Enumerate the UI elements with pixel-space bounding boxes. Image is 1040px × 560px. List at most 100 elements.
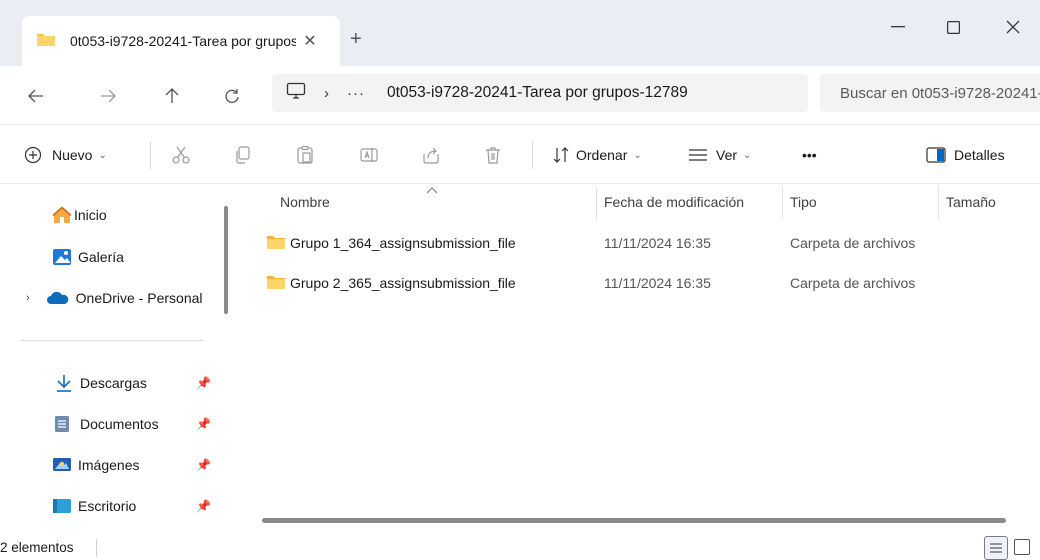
- active-tab[interactable]: 0t053-i9728-20241-Tarea por grupos-12789…: [22, 16, 340, 66]
- details-pane-icon: [926, 147, 946, 163]
- download-icon: [54, 373, 74, 393]
- refresh-button[interactable]: [216, 80, 248, 112]
- plus-circle-icon: [24, 146, 42, 164]
- column-header-size[interactable]: Tamaño: [946, 194, 996, 210]
- nav-item-label: Imágenes: [78, 457, 140, 473]
- forward-button[interactable]: [92, 80, 124, 112]
- nav-item-documents[interactable]: Documentos 📌: [0, 407, 220, 441]
- arrow-right-icon: [101, 89, 116, 103]
- close-window-button[interactable]: [990, 12, 1036, 42]
- file-name: Grupo 2_365_assignsubmission_file: [290, 275, 516, 291]
- breadcrumb-separator[interactable]: ›: [324, 85, 329, 102]
- pin-icon[interactable]: 📌: [196, 458, 211, 472]
- paste-button[interactable]: [292, 142, 318, 168]
- scissors-icon: [172, 146, 190, 164]
- maximize-button[interactable]: [930, 12, 976, 42]
- nav-item-label: OneDrive - Personal: [75, 290, 203, 306]
- back-button[interactable]: [20, 80, 52, 112]
- nav-item-label: Galería: [78, 249, 124, 265]
- paste-icon: [297, 145, 313, 164]
- nav-divider: [20, 340, 204, 341]
- search-box[interactable]: [820, 74, 1040, 112]
- tab-close-icon[interactable]: ✕: [300, 31, 320, 51]
- pin-icon[interactable]: 📌: [196, 417, 211, 431]
- nav-item-pictures[interactable]: Imágenes 📌: [0, 448, 220, 482]
- nav-item-desktop[interactable]: Escritorio 📌: [0, 489, 220, 523]
- column-header-modified[interactable]: Fecha de modificación: [604, 194, 744, 210]
- details-view-button[interactable]: [984, 536, 1008, 560]
- close-icon: [1006, 20, 1020, 34]
- nav-item-label: Descargas: [80, 375, 147, 391]
- column-separator[interactable]: [938, 186, 939, 220]
- details-button[interactable]: Detalles: [926, 143, 1005, 167]
- navigation-row: › ··· 0t053-i9728-20241-Tarea por grupos…: [0, 66, 1040, 124]
- chevron-down-icon: ⌄: [743, 149, 752, 161]
- column-header-name[interactable]: Nombre: [280, 194, 330, 210]
- file-name: Grupo 1_364_assignsubmission_file: [290, 235, 516, 251]
- share-button[interactable]: [418, 142, 444, 168]
- copy-icon: [236, 146, 250, 164]
- arrow-left-icon: [28, 89, 43, 103]
- column-separator[interactable]: [782, 186, 783, 220]
- separator: [532, 141, 533, 169]
- file-type: Carpeta de archivos: [790, 275, 916, 291]
- up-button[interactable]: [156, 80, 188, 112]
- chevron-down-icon: ⌄: [633, 149, 642, 161]
- pin-icon[interactable]: 📌: [196, 499, 211, 513]
- chevron-right-icon[interactable]: ›: [26, 292, 30, 304]
- folder-icon: [266, 274, 286, 295]
- sort-label: Ordenar: [576, 147, 628, 163]
- cut-button[interactable]: [168, 142, 194, 168]
- more-options-button[interactable]: •••: [802, 143, 817, 167]
- documents-icon: [52, 414, 72, 434]
- new-tab-button[interactable]: +: [350, 28, 362, 51]
- share-icon: [423, 147, 439, 164]
- status-divider: [96, 539, 97, 557]
- new-button[interactable]: Nuevo ⌄: [24, 143, 107, 167]
- copy-button[interactable]: [230, 142, 256, 168]
- delete-button[interactable]: [480, 142, 506, 168]
- nav-item-downloads[interactable]: Descargas 📌: [0, 366, 220, 400]
- onedrive-icon: [46, 288, 70, 308]
- folder-icon: [266, 234, 286, 255]
- nav-item-home[interactable]: Inicio: [0, 198, 220, 232]
- desktop-icon: [52, 496, 72, 516]
- nav-item-onedrive[interactable]: › OneDrive - Personal: [0, 281, 220, 315]
- nav-pane-scrollbar[interactable]: [224, 206, 228, 314]
- minimize-button[interactable]: [875, 12, 921, 42]
- arrow-up-icon: [165, 88, 179, 103]
- breadcrumb-overflow[interactable]: ···: [347, 85, 365, 102]
- column-separator[interactable]: [596, 186, 597, 220]
- sort-ascending-icon: [426, 181, 438, 199]
- file-row[interactable]: Grupo 2_365_assignsubmission_file 11/11/…: [260, 266, 1040, 300]
- horizontal-scrollbar[interactable]: [262, 518, 1006, 523]
- file-row[interactable]: Grupo 1_364_assignsubmission_file 11/11/…: [260, 226, 1040, 260]
- breadcrumb-current[interactable]: 0t053-i9728-20241-Tarea por grupos-12789: [387, 84, 688, 102]
- computer-icon: [286, 82, 306, 105]
- refresh-icon: [225, 89, 239, 103]
- file-type: Carpeta de archivos: [790, 235, 916, 251]
- rename-button[interactable]: [356, 142, 382, 168]
- address-bar[interactable]: › ··· 0t053-i9728-20241-Tarea por grupos…: [272, 74, 808, 112]
- sort-icon: [553, 147, 569, 163]
- chevron-down-icon: ⌄: [98, 149, 107, 161]
- minimize-icon: [891, 26, 905, 28]
- tiles-view-button[interactable]: [1014, 539, 1030, 555]
- file-modified: 11/11/2024 16:35: [604, 275, 711, 291]
- nav-item-label: Documentos: [80, 416, 159, 432]
- home-icon: [52, 205, 72, 225]
- item-count: 2 elementos: [0, 540, 74, 555]
- column-header-type[interactable]: Tipo: [790, 194, 817, 210]
- nav-item-label: Inicio: [74, 207, 107, 223]
- pin-icon[interactable]: 📌: [196, 376, 211, 390]
- new-label: Nuevo: [52, 147, 93, 163]
- status-bar: 2 elementos: [0, 534, 1040, 560]
- sort-button[interactable]: Ordenar ⌄: [552, 143, 642, 167]
- details-view-icon: [990, 543, 1002, 553]
- view-button[interactable]: Ver ⌄: [688, 143, 751, 167]
- nav-item-gallery[interactable]: Galería: [0, 240, 220, 274]
- search-input[interactable]: [838, 83, 1040, 103]
- command-bar: Nuevo ⌄ Ordenar ⌄ Ver ⌄ ••• Detalles: [0, 125, 1040, 183]
- maximize-icon: [946, 20, 960, 34]
- file-modified: 11/11/2024 16:35: [604, 235, 711, 251]
